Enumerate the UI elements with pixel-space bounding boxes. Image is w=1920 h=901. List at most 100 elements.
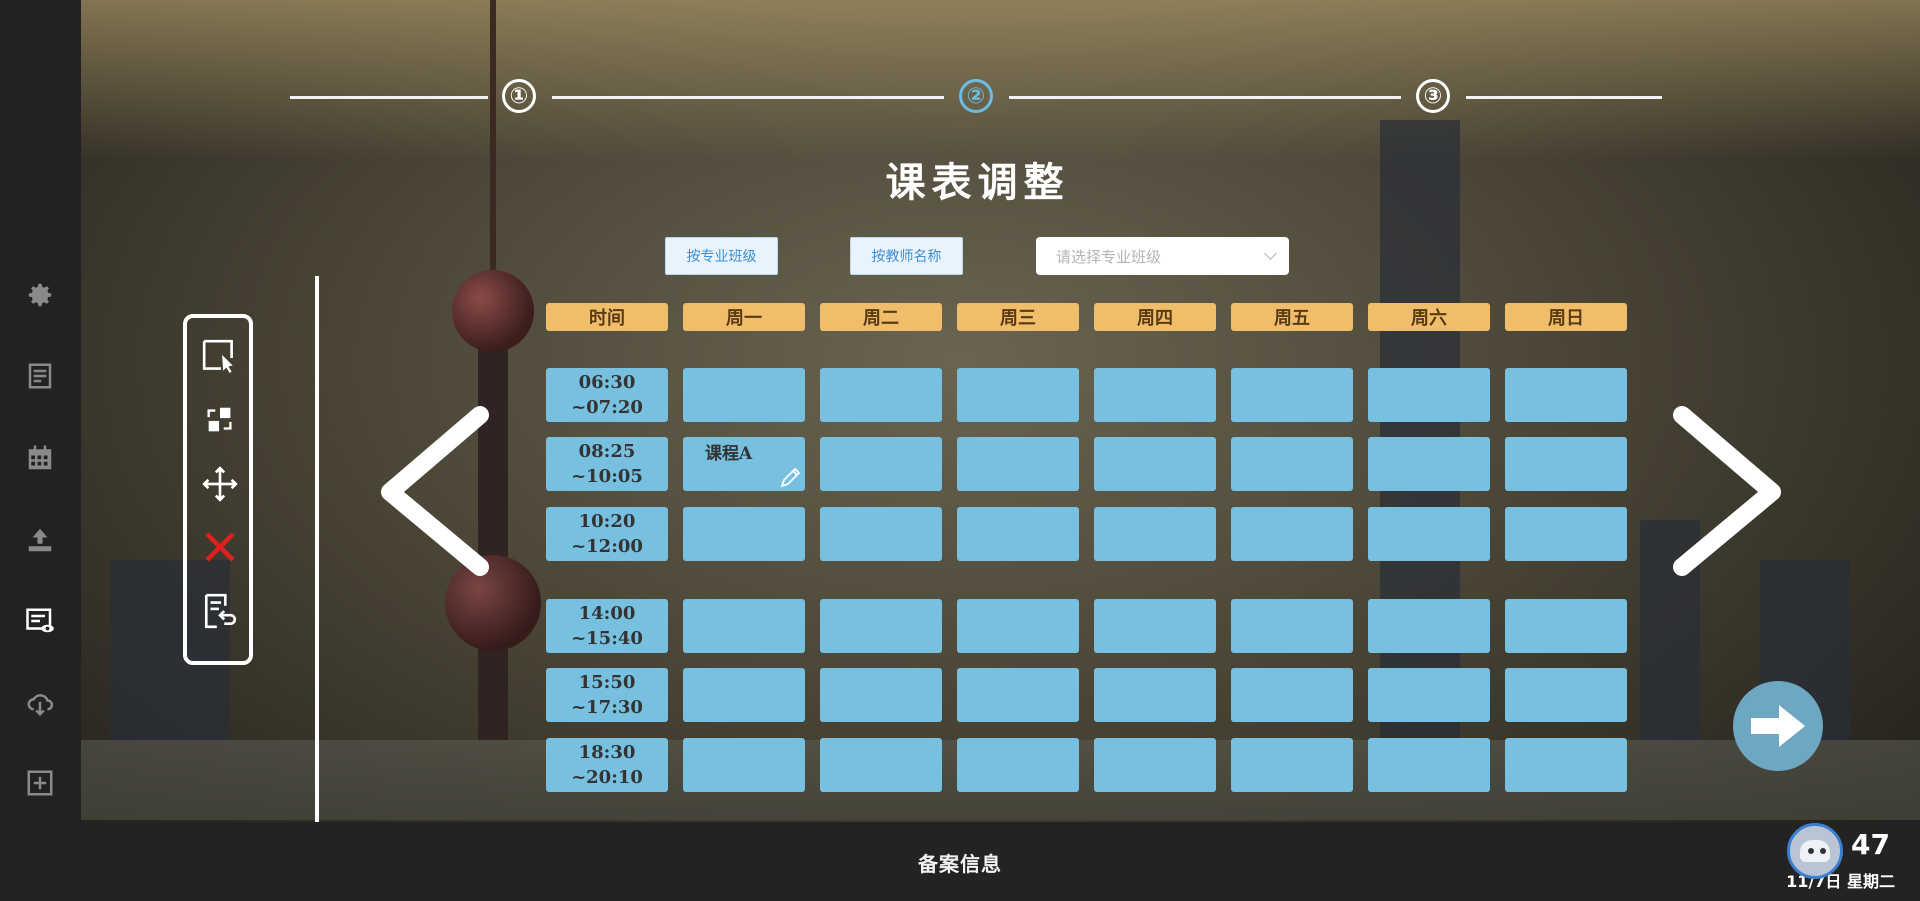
stepper-line [1466, 96, 1662, 99]
schedule-cell[interactable] [820, 599, 942, 653]
pencil-icon[interactable] [779, 465, 803, 489]
time-slot: 08:25 ~10:05 [546, 437, 668, 491]
schedule-cell[interactable] [1094, 738, 1216, 792]
header-day: 周一 [683, 303, 805, 331]
next-step-button[interactable] [1733, 681, 1823, 771]
schedule-cell[interactable] [957, 507, 1079, 561]
move-icon[interactable] [201, 465, 239, 503]
time-start: 08:25 [578, 441, 636, 462]
assistant-avatar[interactable] [1787, 823, 1843, 879]
schedule-cell[interactable] [1368, 668, 1490, 722]
schedule-cell[interactable] [1368, 437, 1490, 491]
schedule-cell[interactable] [957, 738, 1079, 792]
schedule-cell[interactable] [683, 599, 805, 653]
schedule-view-icon[interactable] [22, 603, 58, 639]
edit-toolbar [183, 314, 253, 665]
schedule-cell[interactable] [1231, 738, 1353, 792]
add-icon[interactable] [22, 765, 58, 801]
time-end: ~15:40 [571, 628, 643, 649]
schedule-cell[interactable] [820, 738, 942, 792]
schedule-cell-course[interactable]: 课程A [683, 437, 805, 491]
settings-icon[interactable] [22, 277, 58, 313]
time-start: 14:00 [578, 603, 636, 624]
schedule-cell[interactable] [820, 668, 942, 722]
schedule-cell[interactable] [683, 738, 805, 792]
schedule-cell[interactable] [1368, 599, 1490, 653]
previous-week-arrow-icon[interactable] [370, 400, 490, 580]
schedule-cell[interactable] [1231, 599, 1353, 653]
avatar-eye [1808, 848, 1814, 854]
schedule-cell[interactable] [957, 599, 1079, 653]
swap-icon[interactable] [201, 401, 239, 439]
time-slot: 15:50 ~17:30 [546, 668, 668, 722]
schedule-cell[interactable] [1231, 437, 1353, 491]
chevron-down-icon [1264, 247, 1277, 260]
schedule-cell[interactable] [1231, 507, 1353, 561]
time-start: 06:30 [578, 372, 636, 393]
major-class-select[interactable]: 请选择专业班级 [1036, 237, 1289, 275]
schedule-cell[interactable] [1505, 368, 1627, 422]
clock-time: 47 [1851, 828, 1890, 861]
schedule-cell[interactable] [957, 668, 1079, 722]
delete-icon[interactable] [201, 528, 239, 566]
schedule-cell[interactable] [1368, 368, 1490, 422]
time-end: ~12:00 [571, 536, 643, 557]
header-day: 周五 [1231, 303, 1353, 331]
toolbar-divider [315, 276, 319, 822]
schedule-cell[interactable] [1094, 599, 1216, 653]
schedule-cell[interactable] [1505, 437, 1627, 491]
schedule-cell[interactable] [820, 368, 942, 422]
schedule-cell[interactable] [957, 437, 1079, 491]
schedule-cell[interactable] [683, 507, 805, 561]
schedule-cell[interactable] [1505, 668, 1627, 722]
header-day: 周日 [1505, 303, 1627, 331]
schedule-cell[interactable] [1094, 668, 1216, 722]
undo-icon[interactable] [201, 592, 239, 630]
schedule-cell[interactable] [1231, 368, 1353, 422]
schedule-cell[interactable] [820, 437, 942, 491]
step-2[interactable]: ② [959, 79, 993, 113]
course-name: 课程A [705, 444, 753, 464]
record-info-link[interactable]: 备案信息 [0, 848, 1920, 877]
upload-icon[interactable] [22, 522, 58, 558]
stepper-line [552, 96, 944, 99]
select-icon[interactable] [201, 338, 239, 376]
background-sky [0, 0, 1920, 160]
sidebar [0, 0, 81, 901]
schedule-cell[interactable] [820, 507, 942, 561]
schedule-cell[interactable] [1094, 368, 1216, 422]
header-day: 周六 [1368, 303, 1490, 331]
time-slot: 18:30 ~20:10 [546, 738, 668, 792]
next-week-arrow-icon[interactable] [1670, 400, 1790, 580]
schedule-cell[interactable] [957, 368, 1079, 422]
time-start: 15:50 [578, 672, 636, 693]
calendar-icon[interactable] [22, 440, 58, 476]
background-tower-sphere [452, 270, 534, 352]
header-time: 时间 [546, 303, 668, 331]
step-3[interactable]: ③ [1416, 79, 1450, 113]
schedule-cell[interactable] [1505, 507, 1627, 561]
schedule-cell[interactable] [1094, 507, 1216, 561]
schedule-cell[interactable] [1368, 507, 1490, 561]
time-start: 10:20 [578, 511, 636, 532]
time-end: ~20:10 [571, 767, 643, 788]
schedule-cell[interactable] [1368, 738, 1490, 792]
schedule-cell[interactable] [1505, 599, 1627, 653]
time-slot: 10:20 ~12:00 [546, 507, 668, 561]
page-title: 课表调整 [885, 159, 1070, 206]
schedule-cell[interactable] [1505, 738, 1627, 792]
schedule-cell[interactable] [1094, 437, 1216, 491]
stepper-line [1009, 96, 1401, 99]
time-slot: 14:00 ~15:40 [546, 599, 668, 653]
by-teacher-name-button[interactable]: 按教师名称 [850, 237, 963, 275]
header-day: 周二 [820, 303, 942, 331]
step-1[interactable]: ① [502, 79, 536, 113]
schedule-cell[interactable] [683, 368, 805, 422]
by-major-class-button[interactable]: 按专业班级 [665, 237, 778, 275]
notes-icon[interactable] [22, 358, 58, 394]
cloud-icon[interactable] [22, 685, 58, 721]
time-end: ~07:20 [571, 397, 643, 418]
schedule-cell[interactable] [683, 668, 805, 722]
schedule-cell[interactable] [1231, 668, 1353, 722]
time-start: 18:30 [578, 742, 636, 763]
